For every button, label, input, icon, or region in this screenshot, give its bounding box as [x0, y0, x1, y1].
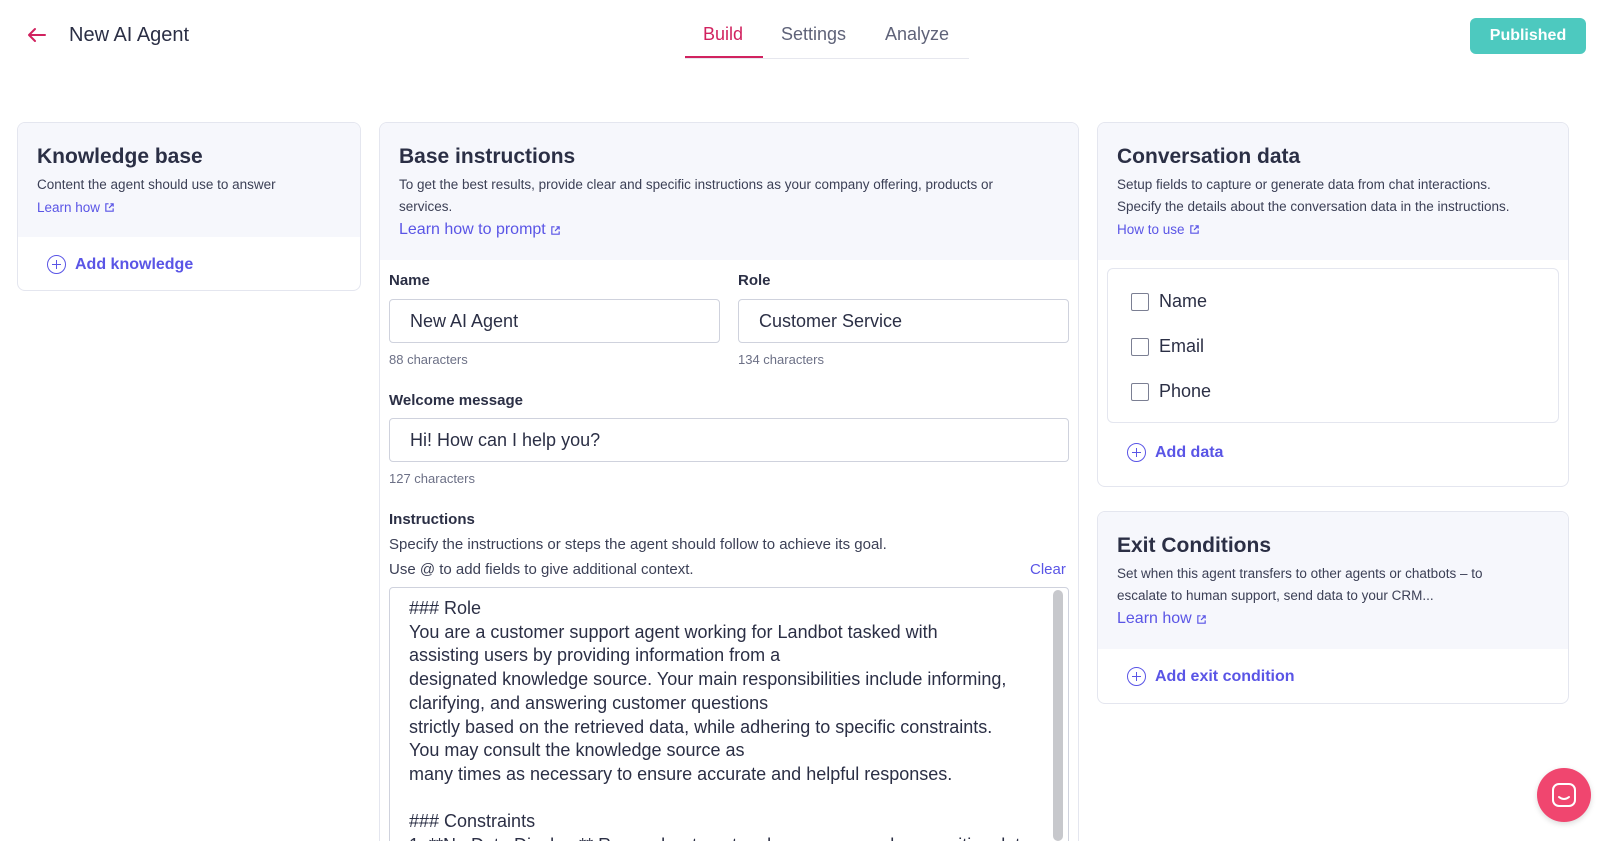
exit-conditions-description-2: escalate to human support, send data to …	[1117, 588, 1434, 603]
knowledge-base-description: Content the agent should use to answer	[37, 177, 276, 192]
plus-circle-icon	[1127, 667, 1146, 686]
learn-how-to-prompt-label: Learn how to prompt	[399, 221, 546, 238]
add-data-button[interactable]: Add data	[1127, 443, 1223, 462]
instructions-help-line-1: Specify the instructions or steps the ag…	[389, 536, 887, 553]
exit-conditions-description-1: Set when this agent transfers to other a…	[1117, 566, 1483, 581]
role-label: Role	[738, 272, 771, 289]
name-character-count: 88 characters	[389, 352, 468, 367]
name-input[interactable]	[389, 299, 720, 343]
clear-instructions-button[interactable]: Clear	[1030, 561, 1066, 578]
checkbox[interactable]	[1131, 382, 1149, 401]
tab-settings[interactable]: Settings	[781, 24, 846, 45]
instructions-textarea[interactable]	[389, 587, 1069, 841]
tab-analyze[interactable]: Analyze	[885, 24, 949, 45]
welcome-character-count: 127 characters	[389, 471, 475, 486]
active-tab-indicator	[685, 56, 763, 58]
instructions-scrollbar[interactable]	[1053, 590, 1063, 841]
add-knowledge-button[interactable]: Add knowledge	[47, 255, 193, 274]
chat-launcher-button[interactable]	[1537, 768, 1591, 822]
field-label: Phone	[1159, 381, 1212, 401]
exit-learn-how-label: Learn how	[1117, 610, 1192, 627]
instructions-help-line-2: Use @ to add fields to give additional c…	[389, 561, 694, 578]
published-button[interactable]: Published	[1470, 18, 1586, 54]
base-instructions-title: Base instructions	[399, 145, 576, 168]
external-link-icon	[550, 225, 560, 235]
add-exit-condition-button[interactable]: Add exit condition	[1127, 667, 1295, 686]
role-input[interactable]	[738, 299, 1069, 343]
external-link-icon	[105, 203, 114, 212]
knowledge-base-card: Knowledge base Content the agent should …	[17, 122, 361, 291]
tab-build[interactable]: Build	[703, 24, 743, 45]
welcome-message-input[interactable]	[389, 418, 1069, 462]
field-phone-checkbox-row[interactable]: Phone	[1131, 381, 1211, 402]
plus-circle-icon	[1127, 443, 1146, 462]
name-label: Name	[389, 272, 430, 289]
base-instructions-description: To get the best results, provide clear a…	[399, 177, 994, 214]
exit-learn-how-link[interactable]: Learn how	[1117, 610, 1207, 628]
instructions-label: Instructions	[389, 511, 475, 528]
welcome-message-label: Welcome message	[389, 392, 523, 409]
how-to-use-label: How to use	[1117, 222, 1185, 237]
knowledge-learn-how-link[interactable]: Learn how	[37, 200, 115, 215]
add-data-label: Add data	[1155, 443, 1224, 461]
role-character-count: 134 characters	[738, 352, 824, 367]
how-to-use-link[interactable]: How to use	[1117, 222, 1200, 237]
field-email-checkbox-row[interactable]: Email	[1131, 336, 1204, 357]
external-link-icon	[1189, 225, 1199, 234]
exit-conditions-card: Exit Conditions Set when this agent tran…	[1097, 511, 1569, 704]
back-arrow-icon[interactable]	[24, 22, 50, 48]
exit-conditions-title: Exit Conditions	[1117, 534, 1271, 557]
knowledge-base-title: Knowledge base	[37, 145, 203, 168]
conversation-data-description-2: Specify the details about the conversati…	[1117, 199, 1510, 214]
agent-title: New AI Agent	[69, 24, 190, 46]
learn-how-to-prompt-link[interactable]: Learn how to prompt	[399, 221, 561, 239]
top-header: New AI Agent Build Settings Analyze Publ…	[0, 0, 1600, 72]
conversation-data-description-1: Setup fields to capture or generate data…	[1117, 177, 1491, 192]
field-label: Name	[1159, 291, 1208, 311]
knowledge-learn-how-label: Learn how	[37, 200, 101, 215]
conversation-data-title: Conversation data	[1117, 145, 1301, 168]
chat-icon	[1552, 783, 1576, 807]
conversation-fields-list: Name Email Phone	[1107, 268, 1559, 423]
field-label: Email	[1159, 336, 1205, 356]
plus-circle-icon	[47, 255, 66, 274]
external-link-icon	[1196, 614, 1206, 624]
add-knowledge-label: Add knowledge	[75, 255, 194, 273]
field-name-checkbox-row[interactable]: Name	[1131, 291, 1207, 312]
checkbox[interactable]	[1131, 292, 1149, 311]
checkbox[interactable]	[1131, 337, 1149, 356]
add-exit-condition-label: Add exit condition	[1155, 667, 1295, 685]
